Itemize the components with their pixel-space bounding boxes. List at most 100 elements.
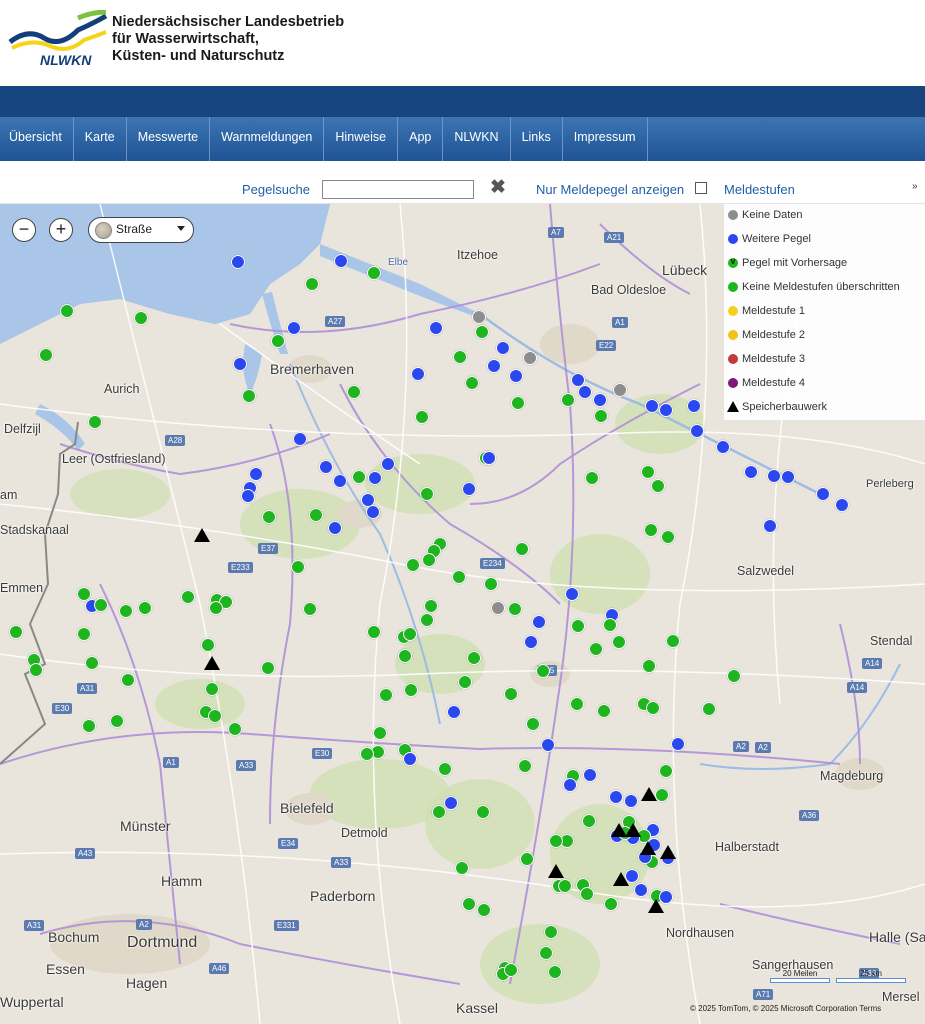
gauge-marker-green[interactable] bbox=[641, 465, 655, 479]
gauge-marker-green[interactable] bbox=[29, 663, 43, 677]
nav-app[interactable]: App bbox=[398, 117, 444, 161]
gauge-marker-green[interactable] bbox=[406, 558, 420, 572]
gauge-marker-green[interactable] bbox=[9, 625, 23, 639]
gauge-marker-green[interactable] bbox=[727, 669, 741, 683]
gauge-marker-blue[interactable] bbox=[381, 457, 395, 471]
gauge-marker-green[interactable] bbox=[644, 523, 658, 537]
gauge-marker-green[interactable] bbox=[228, 722, 242, 736]
gauge-marker-green[interactable] bbox=[508, 602, 522, 616]
gauge-marker-blue[interactable] bbox=[659, 403, 673, 417]
gauge-marker-blue[interactable] bbox=[482, 451, 496, 465]
gauge-marker-green[interactable] bbox=[536, 664, 550, 678]
gauge-marker-blue[interactable] bbox=[233, 357, 247, 371]
gauge-marker-green[interactable] bbox=[589, 642, 603, 656]
gauge-marker-green[interactable] bbox=[476, 805, 490, 819]
gauge-marker-green[interactable] bbox=[305, 277, 319, 291]
gauge-marker-green[interactable] bbox=[209, 601, 223, 615]
gauge-marker-green[interactable] bbox=[594, 409, 608, 423]
gauge-marker-green[interactable] bbox=[85, 656, 99, 670]
gauge-marker-green[interactable] bbox=[360, 747, 374, 761]
gauge-marker-green[interactable] bbox=[88, 415, 102, 429]
gauge-marker-green[interactable] bbox=[420, 613, 434, 627]
gauge-marker-blue[interactable] bbox=[509, 369, 523, 383]
gauge-marker-green[interactable] bbox=[94, 598, 108, 612]
gauge-marker-green[interactable] bbox=[462, 897, 476, 911]
gauge-marker-blue[interactable] bbox=[403, 752, 417, 766]
gauge-marker-blue[interactable] bbox=[781, 470, 795, 484]
gauge-marker-green[interactable] bbox=[467, 651, 481, 665]
gauge-marker-green[interactable] bbox=[181, 590, 195, 604]
gauge-marker-blue[interactable] bbox=[609, 790, 623, 804]
gauge-marker-green[interactable] bbox=[379, 688, 393, 702]
gauge-marker-blue[interactable] bbox=[767, 469, 781, 483]
gauge-marker-green[interactable] bbox=[415, 410, 429, 424]
gauge-marker-green[interactable] bbox=[475, 325, 489, 339]
gauge-marker-green[interactable] bbox=[612, 635, 626, 649]
gauge-marker-green[interactable] bbox=[666, 634, 680, 648]
speicherbauwerk-marker[interactable] bbox=[548, 864, 564, 878]
gauge-marker-green[interactable] bbox=[702, 702, 716, 716]
zoom-in-button[interactable]: + bbox=[49, 218, 73, 242]
gauge-marker-green[interactable] bbox=[561, 393, 575, 407]
map-style-dropdown[interactable]: Straße bbox=[88, 217, 194, 243]
gauge-marker-green[interactable] bbox=[571, 619, 585, 633]
gauge-marker-blue[interactable] bbox=[328, 521, 342, 535]
gauge-marker-green[interactable] bbox=[604, 897, 618, 911]
gauge-marker-green[interactable] bbox=[291, 560, 305, 574]
gauge-marker-blue[interactable] bbox=[462, 482, 476, 496]
gauge-marker-green[interactable] bbox=[511, 396, 525, 410]
gauge-marker-green[interactable] bbox=[544, 925, 558, 939]
nav-karte[interactable]: Karte bbox=[74, 117, 127, 161]
gauge-marker-blue[interactable] bbox=[624, 794, 638, 808]
gauge-marker-green[interactable] bbox=[205, 682, 219, 696]
double-chevron-down-icon[interactable]: » bbox=[912, 181, 918, 192]
nav-hinweise[interactable]: Hinweise bbox=[324, 117, 399, 161]
gauge-marker-blue[interactable] bbox=[690, 424, 704, 438]
nav-warnmeldungen[interactable]: Warnmeldungen bbox=[210, 117, 325, 161]
gauge-marker-green[interactable] bbox=[520, 852, 534, 866]
gauge-marker-blue[interactable] bbox=[447, 705, 461, 719]
only-meldepegel-checkbox[interactable] bbox=[695, 182, 707, 194]
gauge-marker-blue[interactable] bbox=[319, 460, 333, 474]
nav-links[interactable]: Links bbox=[511, 117, 563, 161]
gauge-marker-green[interactable] bbox=[82, 719, 96, 733]
gauge-marker-green[interactable] bbox=[373, 726, 387, 740]
gauge-marker-green[interactable] bbox=[477, 903, 491, 917]
gauge-marker-green[interactable] bbox=[452, 570, 466, 584]
speicherbauwerk-marker[interactable] bbox=[625, 823, 641, 837]
gauge-marker-blue[interactable] bbox=[368, 471, 382, 485]
map-copyright[interactable]: © 2025 TomTom, © 2025 Microsoft Corporat… bbox=[690, 1004, 881, 1013]
gauge-marker-grey[interactable] bbox=[491, 601, 505, 615]
gauge-marker-green[interactable] bbox=[580, 887, 594, 901]
gauge-marker-green[interactable] bbox=[515, 542, 529, 556]
speicherbauwerk-marker[interactable] bbox=[648, 899, 664, 913]
gauge-marker-blue[interactable] bbox=[645, 399, 659, 413]
nav-nlwkn[interactable]: NLWKN bbox=[443, 117, 511, 161]
pegel-search-input[interactable] bbox=[322, 180, 474, 199]
gauge-marker-green[interactable] bbox=[518, 759, 532, 773]
gauge-marker-blue[interactable] bbox=[744, 465, 758, 479]
gauge-marker-green[interactable] bbox=[134, 311, 148, 325]
gauge-marker-green[interactable] bbox=[526, 717, 540, 731]
gauge-marker-green[interactable] bbox=[119, 604, 133, 618]
gauge-marker-blue[interactable] bbox=[716, 440, 730, 454]
gauge-marker-green[interactable] bbox=[121, 673, 135, 687]
nav-uebersicht[interactable]: Übersicht bbox=[0, 117, 74, 161]
gauge-marker-green[interactable] bbox=[404, 683, 418, 697]
gauge-marker-green[interactable] bbox=[77, 627, 91, 641]
gauge-marker-blue[interactable] bbox=[763, 519, 777, 533]
speicherbauwerk-marker[interactable] bbox=[641, 787, 657, 801]
gauge-marker-green[interactable] bbox=[352, 470, 366, 484]
gauge-marker-green[interactable] bbox=[651, 479, 665, 493]
gauge-marker-blue[interactable] bbox=[563, 778, 577, 792]
gauge-marker-green[interactable] bbox=[347, 385, 361, 399]
gauge-marker-blue[interactable] bbox=[578, 385, 592, 399]
gauge-marker-green[interactable] bbox=[261, 661, 275, 675]
only-meldepegel-label[interactable]: Nur Meldepegel anzeigen bbox=[536, 182, 684, 197]
speicherbauwerk-marker[interactable] bbox=[640, 841, 656, 855]
gauge-marker-green[interactable] bbox=[403, 627, 417, 641]
gauge-marker-green[interactable] bbox=[585, 471, 599, 485]
gauge-marker-green[interactable] bbox=[465, 376, 479, 390]
gauge-marker-blue[interactable] bbox=[496, 341, 510, 355]
gauge-marker-blue[interactable] bbox=[634, 883, 648, 897]
